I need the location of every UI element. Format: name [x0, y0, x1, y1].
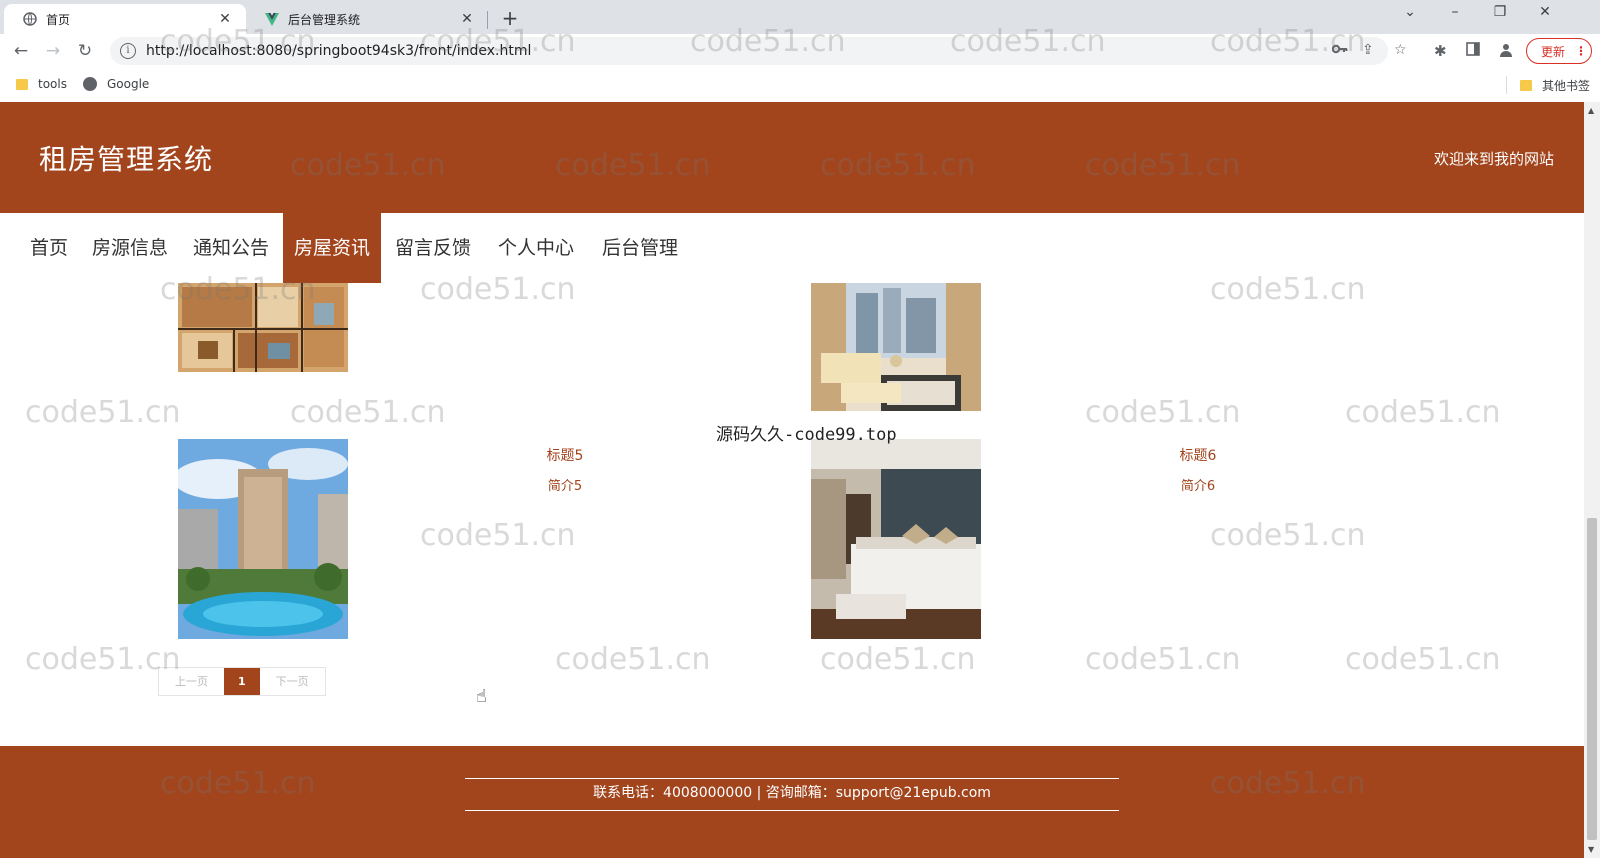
bookmark-label: tools [38, 77, 67, 91]
next-page-button[interactable]: 下一页 [259, 668, 325, 695]
globe-icon [83, 77, 97, 91]
browser-tab-admin[interactable]: 后台管理系统 ✕ [246, 4, 488, 34]
news-card-intro: 简介6 [1180, 479, 1216, 494]
vue-logo-icon [264, 11, 280, 27]
info-icon[interactable]: i [120, 43, 136, 59]
key-icon[interactable] [1331, 42, 1348, 58]
hand-cursor-icon: ☝ [476, 686, 487, 707]
nav-item-feedback[interactable]: 留言反馈 [395, 213, 471, 283]
forward-arrow-icon[interactable]: → [42, 40, 64, 62]
back-arrow-icon[interactable]: ← [10, 40, 32, 62]
site-header: 租房管理系统 欢迎来到我的网站 [0, 102, 1584, 213]
site-title: 租房管理系统 [39, 143, 214, 176]
tab-title: 后台管理系统 [288, 12, 361, 27]
footer-divider [465, 810, 1119, 811]
bookmark-tools[interactable]: tools [16, 77, 67, 91]
scroll-up-arrow-icon[interactable]: ▲ [1588, 106, 1594, 115]
nav-item-listings[interactable]: 房源信息 [92, 213, 168, 283]
new-tab-icon[interactable]: + [499, 6, 521, 30]
footer-divider [465, 778, 1119, 779]
bookmark-google[interactable]: Google [83, 77, 149, 91]
site-footer: 联系电话：4008000000 | 咨询邮箱：support@21epub.co… [0, 746, 1584, 858]
bookmark-separator [1506, 76, 1507, 94]
minimize-icon[interactable]: – [1443, 4, 1467, 20]
update-label: 更新 [1541, 44, 1566, 59]
nav-item-notices[interactable]: 通知公告 [193, 213, 269, 283]
current-page-button[interactable]: 1 [224, 668, 260, 695]
news-card-image-apartment-building[interactable] [178, 439, 348, 639]
news-card-intro: 简介5 [547, 479, 583, 494]
globe-icon [22, 11, 38, 27]
more-menu-icon[interactable]: ⋮ [1575, 44, 1587, 58]
prev-page-button[interactable]: 上一页 [159, 668, 224, 695]
footer-contact: 联系电话：4008000000 | 咨询邮箱：support@21epub.co… [593, 785, 991, 801]
window-close-icon[interactable]: ✕ [1533, 4, 1557, 20]
news-card-image-floor-plan[interactable] [178, 283, 348, 372]
scroll-thumb[interactable] [1587, 518, 1597, 840]
browser-toolbar: ← → ↻ i http://localhost:8080/springboot… [0, 34, 1600, 68]
nav-item-admin[interactable]: 后台管理 [602, 213, 678, 283]
close-icon[interactable]: ✕ [216, 11, 234, 27]
tab-separator [487, 11, 488, 29]
extensions-puzzle-icon[interactable]: ✱ [1434, 42, 1447, 60]
nav-item-profile[interactable]: 个人中心 [498, 213, 574, 283]
news-card-title[interactable]: 标题5 [515, 445, 615, 465]
page-viewport: 租房管理系统 欢迎来到我的网站 首页 房源信息 通知公告 房屋资讯 留言反馈 个… [0, 102, 1584, 858]
restore-icon[interactable]: ❐ [1488, 4, 1512, 20]
news-card-image-bedroom[interactable] [811, 439, 981, 639]
profile-avatar-icon[interactable] [1498, 42, 1514, 62]
folder-icon [16, 78, 28, 90]
welcome-text: 欢迎来到我的网站 [1433, 150, 1554, 168]
share-icon[interactable]: ⇪ [1362, 42, 1374, 58]
source-note: 源码久久-code99.top [716, 425, 897, 445]
site-nav: 首页 房源信息 通知公告 房屋资讯 留言反馈 个人中心 后台管理 [0, 213, 1584, 283]
star-icon[interactable]: ☆ [1394, 42, 1407, 58]
news-card-title[interactable]: 标题6 [1148, 445, 1248, 465]
close-icon[interactable]: ✕ [458, 11, 476, 27]
tab-title: 首页 [46, 12, 71, 27]
chevron-down-icon[interactable]: ⌄ [1398, 4, 1422, 20]
folder-icon [1520, 80, 1532, 91]
page-scrollbar[interactable]: ▲ ▼ [1584, 102, 1600, 858]
bookmark-other[interactable]: 其他书签 [1520, 77, 1590, 94]
reload-icon[interactable]: ↻ [74, 40, 96, 62]
nav-item-news[interactable]: 房屋资讯 [283, 213, 382, 283]
update-button[interactable]: 更新 ⋮ [1526, 38, 1592, 64]
address-bar[interactable]: i http://localhost:8080/springboot94sk3/… [110, 37, 1407, 65]
bookmarks-bar: tools Google 其他书签 [0, 68, 1600, 102]
scroll-down-arrow-icon[interactable]: ▼ [1588, 845, 1594, 854]
bookmark-label: 其他书签 [1542, 79, 1591, 93]
news-card-image-living-room[interactable] [811, 283, 981, 411]
side-panel-icon[interactable] [1466, 42, 1480, 60]
browser-tabstrip: 首页 ✕ 后台管理系统 ✕ + ⌄ – ❐ ✕ [0, 0, 1600, 34]
address-url[interactable]: http://localhost:8080/springboot94sk3/fr… [146, 43, 531, 59]
nav-item-home[interactable]: 首页 [30, 213, 68, 283]
browser-tab-home[interactable]: 首页 ✕ [4, 4, 246, 34]
bookmark-label: Google [107, 77, 150, 91]
pagination: 上一页 1 下一页 [158, 667, 326, 696]
